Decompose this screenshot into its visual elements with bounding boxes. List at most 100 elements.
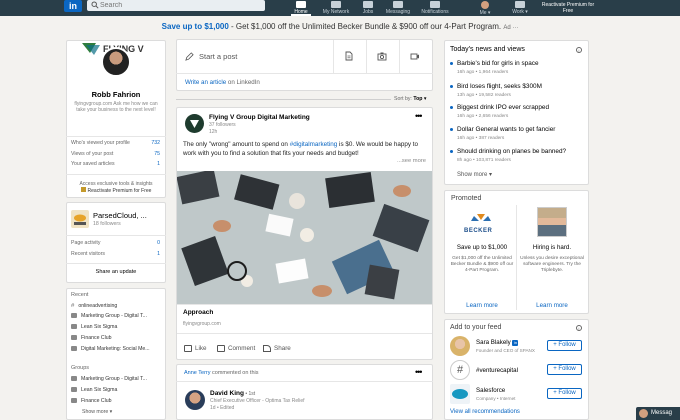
group-item[interactable]: Lean Six Sigma [71, 387, 161, 393]
share-button[interactable]: Share [263, 345, 291, 352]
profile-name[interactable]: Robb Fahrion [66, 90, 166, 99]
promo-person-photo[interactable] [537, 207, 567, 237]
profile-avatar[interactable] [101, 47, 131, 77]
post-author[interactable]: Flying V Group Digital Marketing [209, 114, 310, 121]
recent-item[interactable]: Finance Club [71, 335, 161, 341]
news-headline[interactable]: Bird loses flight, seeks $300M [457, 83, 542, 90]
recent-item[interactable]: # onlineadvertising [71, 303, 161, 309]
ad-banner[interactable]: Save up to $1,000 - Get $1,000 off the U… [0, 21, 680, 33]
hashtag-icon[interactable]: # [450, 360, 470, 380]
premium-promo[interactable]: Access exclusive tools & insights Reactiv… [70, 181, 162, 194]
nav-home-label: Home [294, 9, 308, 15]
stat-post-views-label[interactable]: Views of your post [71, 151, 113, 157]
connection-degree: • 1st [243, 391, 256, 397]
feed-name-label: Sara Blakely [476, 339, 511, 346]
recent-visitors-value[interactable]: 1 [140, 251, 160, 257]
document-icon[interactable] [344, 51, 354, 61]
post-image-desk-photo[interactable] [177, 171, 432, 304]
follow-button[interactable]: + Follow [547, 364, 582, 375]
news-headline[interactable]: Barbie's bid for girls in space [457, 60, 539, 67]
search-input[interactable] [100, 1, 250, 10]
groups-show-more[interactable]: Show more ▾ [82, 409, 172, 415]
nav-work-label: Work ▾ [512, 9, 528, 15]
recent-visitors-label[interactable]: Recent visitors [71, 251, 105, 257]
post-more-menu[interactable]: ••• [415, 111, 423, 121]
sara-blakely-avatar[interactable] [450, 336, 470, 356]
post-hashtag[interactable]: #digitalmarketing [290, 141, 338, 148]
nav-messaging[interactable]: Messaging [382, 0, 414, 16]
info-icon[interactable]: i [576, 325, 582, 331]
group-icon [71, 335, 77, 341]
nav-work[interactable]: Work ▾ [510, 0, 530, 16]
view-all-recommendations-link[interactable]: View all recommendations [450, 409, 520, 415]
nav-notifications[interactable]: Notifications [416, 0, 454, 16]
recent-item-label: Lean Six Sigma [81, 324, 118, 330]
write-article-link[interactable]: Write an article on LinkedIn [185, 79, 260, 86]
stat-saved-articles-label[interactable]: Your saved articles [71, 161, 115, 167]
comment-icon [217, 345, 225, 352]
promo-headline[interactable]: Hiring is hard. [517, 244, 587, 251]
promo-headline[interactable]: Save up to $1,000 [447, 244, 517, 251]
post-more-menu[interactable]: ••• [415, 367, 423, 377]
nav-me[interactable]: Me ▾ [475, 0, 495, 16]
comment-button[interactable]: Comment [217, 345, 255, 352]
news-headline[interactable]: Biggest drink IPO ever scrapped [457, 104, 549, 111]
linkedin-logo[interactable]: in [64, 0, 82, 12]
sort-dropdown[interactable]: Sort by: Top ▾ [394, 96, 427, 102]
nav-my-network[interactable]: My Network [318, 0, 354, 16]
post-author-avatar[interactable] [185, 390, 205, 410]
follow-button[interactable]: + Follow [547, 388, 582, 399]
news-headline[interactable]: Dollar General wants to get fancier [457, 126, 555, 133]
group-icon [71, 324, 77, 330]
stat-profile-views-label[interactable]: Who's viewed your profile [71, 140, 130, 146]
video-icon[interactable] [410, 51, 420, 61]
start-post-button[interactable]: Start a post [199, 52, 237, 61]
news-headline[interactable]: Should drinking on planes be banned? [457, 148, 566, 155]
camera-icon[interactable] [377, 51, 387, 61]
share-update-link[interactable]: Share an update [66, 269, 166, 275]
recent-item[interactable]: Marketing Group - Digital T... [71, 313, 161, 319]
company-page-name[interactable]: ParsedCloud, ... [93, 211, 147, 220]
follow-button[interactable]: + Follow [547, 340, 582, 351]
stat-post-views-value[interactable]: 75 [140, 151, 160, 157]
reactivate-premium-link[interactable]: Reactivate Premium for Free [538, 0, 598, 16]
activity-actor[interactable]: Anne Terry [184, 370, 211, 376]
group-item[interactable]: Finance Club [71, 398, 161, 404]
promo-learn-more-button[interactable]: Learn more [447, 302, 517, 309]
nav-jobs[interactable]: Jobs [358, 0, 378, 16]
like-button[interactable]: Like [184, 345, 207, 352]
news-show-more[interactable]: Show more ▾ [457, 171, 492, 178]
feed-suggestion-name[interactable]: Sara Blakely in [476, 339, 519, 346]
page-activity-label[interactable]: Page activity [71, 240, 100, 246]
promo-learn-more-button[interactable]: Learn more [517, 302, 587, 309]
salesforce-logo[interactable] [450, 384, 470, 404]
company-page-followers: 18 followers [93, 221, 121, 227]
feed-suggestion-subtitle: Company • Internet [476, 396, 516, 401]
profile-headline: flyingvgroup.com Ask me how we can take … [74, 101, 158, 113]
ad-banner-text: - Get $1,000 off the Unlimited Becker Bu… [228, 22, 502, 31]
comment-label: Comment [228, 345, 256, 353]
groups-title[interactable]: Groups [71, 365, 89, 371]
post-timestamp: 12h [209, 129, 218, 135]
stat-profile-views-value[interactable]: 732 [140, 140, 160, 146]
ad-label[interactable]: Ad ··· [503, 25, 518, 31]
premium-promo-link[interactable]: Reactivate Premium for Free [70, 187, 162, 194]
recent-item[interactable]: Lean Six Sigma [71, 324, 161, 330]
group-item[interactable]: Marketing Group - Digital T... [71, 376, 161, 382]
see-more-link[interactable]: ...see more [397, 158, 426, 164]
post-author-line[interactable]: David King • 1st [210, 390, 255, 397]
nav-home[interactable]: Home [291, 0, 311, 16]
feed-suggestion-name[interactable]: #venturecapital [476, 367, 518, 374]
like-label: Like [195, 345, 207, 353]
recent-item[interactable]: Digital Marketing: Social Me... [71, 346, 161, 352]
flying-v-group-logo[interactable] [185, 114, 204, 133]
feed-suggestion-name[interactable]: Salesforce [476, 387, 505, 394]
sort-by-label: Sort by: [394, 96, 412, 102]
ad-banner-lead[interactable]: Save up to $1,000 [162, 22, 229, 31]
link-preview-title[interactable]: Approach [183, 309, 213, 316]
home-icon [296, 1, 306, 8]
info-icon[interactable]: i [576, 47, 582, 53]
stat-saved-articles-value[interactable]: 1 [140, 161, 160, 167]
page-activity-value[interactable]: 0 [140, 240, 160, 246]
parsedcloud-logo[interactable] [71, 210, 89, 228]
